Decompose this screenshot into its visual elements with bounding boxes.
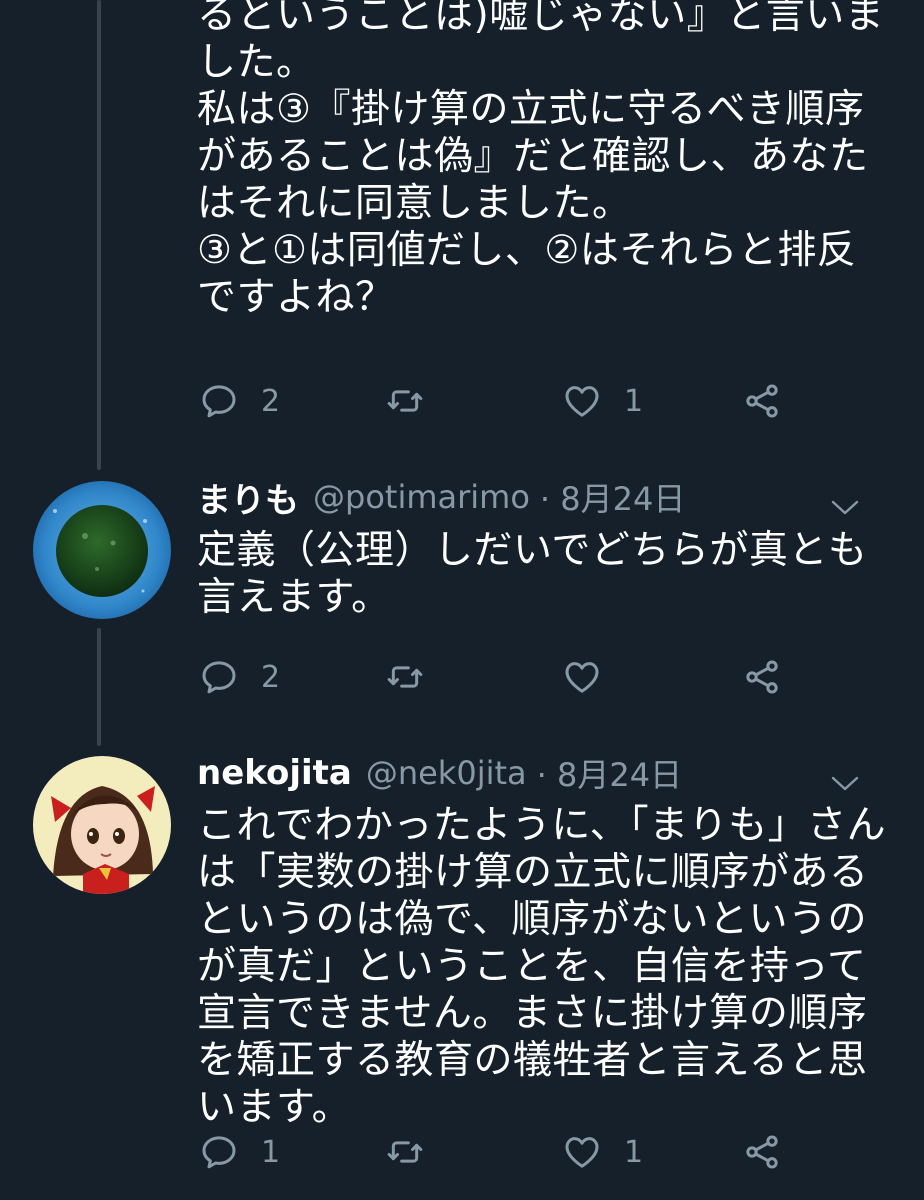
reply-button[interactable]: 2 (199, 377, 280, 425)
reply-icon (199, 1132, 239, 1172)
share-button[interactable] (742, 1128, 782, 1176)
share-icon (742, 381, 782, 421)
tweet-text: るということは)嘘じゃない』と言いました。 私は③『掛け算の立式に守るべき順序が… (197, 0, 885, 320)
like-count: 1 (624, 1134, 644, 1170)
thread-line (97, 628, 101, 746)
retweet-button[interactable] (385, 1128, 447, 1176)
share-button[interactable] (742, 377, 782, 425)
retweet-icon (385, 1132, 425, 1172)
retweet-button[interactable] (385, 653, 447, 701)
retweet-icon (385, 657, 425, 697)
tweet-actions: 2 (197, 653, 897, 701)
tweet-actions: 1 1 (197, 1128, 897, 1176)
reply-button[interactable]: 1 (199, 1128, 280, 1176)
reply-button[interactable]: 2 (199, 653, 280, 701)
tweet-actions: 2 1 (197, 377, 897, 425)
thread-line (97, 0, 101, 470)
like-icon (562, 381, 602, 421)
user-handle[interactable]: @nek0jita (366, 754, 527, 792)
reply-count: 2 (261, 383, 281, 419)
reply-icon (199, 657, 239, 697)
tweet-date[interactable]: · 8月24日 (540, 474, 685, 520)
retweet-icon (385, 381, 425, 421)
reply-count: 1 (261, 1134, 281, 1170)
timeline: るということは)嘘じゃない』と言いました。 私は③『掛け算の立式に守るべき順序が… (0, 0, 924, 1200)
like-button[interactable]: 1 (562, 377, 643, 425)
like-button[interactable]: 1 (562, 1128, 643, 1176)
reply-icon (199, 381, 239, 421)
display-name[interactable]: nekojita (197, 753, 352, 793)
tweet-text: 定義（公理）しだいでどちらが真とも言えます。 (197, 528, 868, 620)
like-icon (562, 657, 602, 697)
share-button[interactable] (742, 653, 782, 701)
reply-count: 2 (261, 659, 281, 695)
tweet-header: nekojita @nek0jita · 8月24日 (197, 749, 894, 797)
like-button[interactable] (562, 653, 624, 701)
tweet-header: まりも @potimarimo · 8月24日 (197, 473, 894, 521)
like-count: 1 (624, 383, 644, 419)
chevron-down-icon[interactable] (830, 763, 860, 791)
tweet-text: これでわかったように、「まりも」さんは「実数の掛け算の立式に順序があるというのは… (197, 803, 887, 1130)
share-icon (742, 1132, 782, 1172)
avatar[interactable] (33, 481, 171, 619)
display-name[interactable]: まりも (197, 473, 299, 522)
share-icon (742, 657, 782, 697)
like-icon (562, 1132, 602, 1172)
avatar[interactable] (33, 756, 171, 894)
retweet-button[interactable] (385, 377, 447, 425)
chevron-down-icon[interactable] (830, 487, 860, 515)
tweet-date[interactable]: · 8月24日 (537, 750, 682, 796)
user-handle[interactable]: @potimarimo (313, 478, 530, 516)
